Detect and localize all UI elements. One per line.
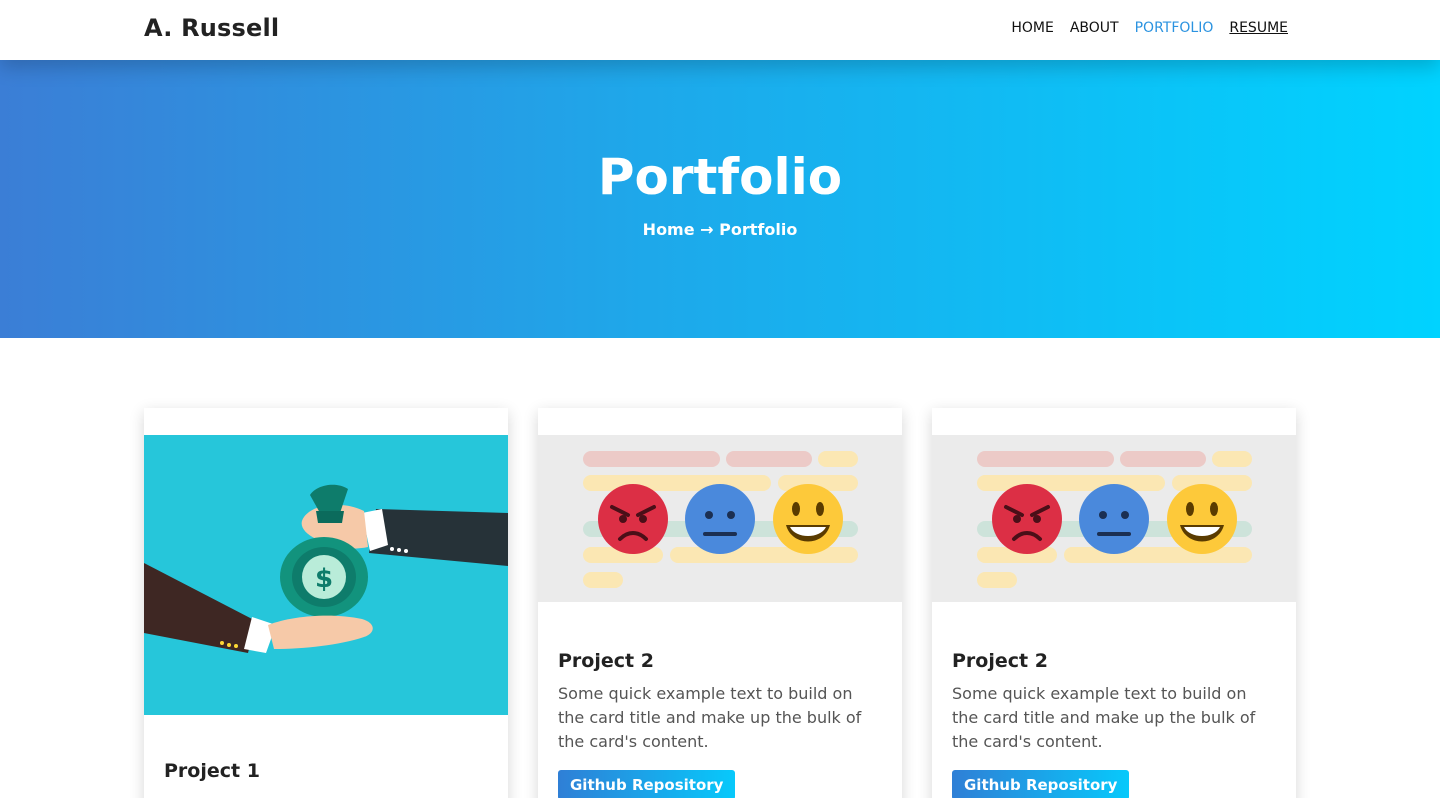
breadcrumb-home-link[interactable]: Home — [643, 220, 695, 239]
breadcrumb-current: Portfolio — [719, 220, 798, 239]
page-title: Portfolio — [597, 148, 843, 206]
hero-banner: Portfolio Home → Portfolio — [0, 60, 1440, 338]
svg-text:$: $ — [315, 564, 333, 594]
happy-face-icon — [1167, 484, 1237, 554]
top-navbar: A. Russell HOME ABOUT PORTFOLIO RESUME — [0, 0, 1440, 60]
breadcrumb: Home → Portfolio — [0, 220, 1440, 239]
emoji-feedback-illustration — [932, 435, 1296, 602]
nav-link-about[interactable]: ABOUT — [1070, 20, 1119, 36]
emoji-feedback-illustration — [538, 435, 902, 602]
project-card-3: Project 2 Some quick example text to bui… — [932, 408, 1296, 798]
main-nav: HOME ABOUT PORTFOLIO RESUME — [1011, 20, 1288, 36]
nav-link-resume[interactable]: RESUME — [1229, 20, 1288, 36]
nav-link-portfolio[interactable]: PORTFOLIO — [1135, 20, 1214, 36]
card-text: Some quick example text to build on the … — [558, 684, 862, 751]
breadcrumb-arrow-icon: → — [700, 220, 714, 239]
card-body: Project 2 Some quick example text to bui… — [558, 650, 882, 798]
brand-logo[interactable]: A. Russell — [144, 14, 279, 42]
card-body: Project 2 Some quick example text to bui… — [952, 650, 1276, 798]
money-bag-handoff-illustration: $ — [144, 435, 508, 715]
card-title: Project 2 — [558, 650, 654, 672]
github-repository-button[interactable]: Github Repository — [558, 770, 736, 798]
angry-face-icon — [598, 484, 668, 554]
nav-link-home[interactable]: HOME — [1011, 20, 1053, 36]
github-repository-button[interactable]: Github Repository — [952, 770, 1130, 798]
card-title: Project 2 — [952, 650, 1048, 672]
project-card-1: $ Project 1 — [144, 408, 508, 798]
happy-face-icon — [773, 484, 843, 554]
card-body: Project 1 — [164, 760, 488, 792]
project-card-2: Project 2 Some quick example text to bui… — [538, 408, 902, 798]
angry-face-icon — [992, 484, 1062, 554]
neutral-face-icon — [685, 484, 755, 554]
neutral-face-icon — [1079, 484, 1149, 554]
card-title: Project 1 — [164, 760, 260, 782]
card-text: Some quick example text to build on the … — [952, 684, 1256, 751]
